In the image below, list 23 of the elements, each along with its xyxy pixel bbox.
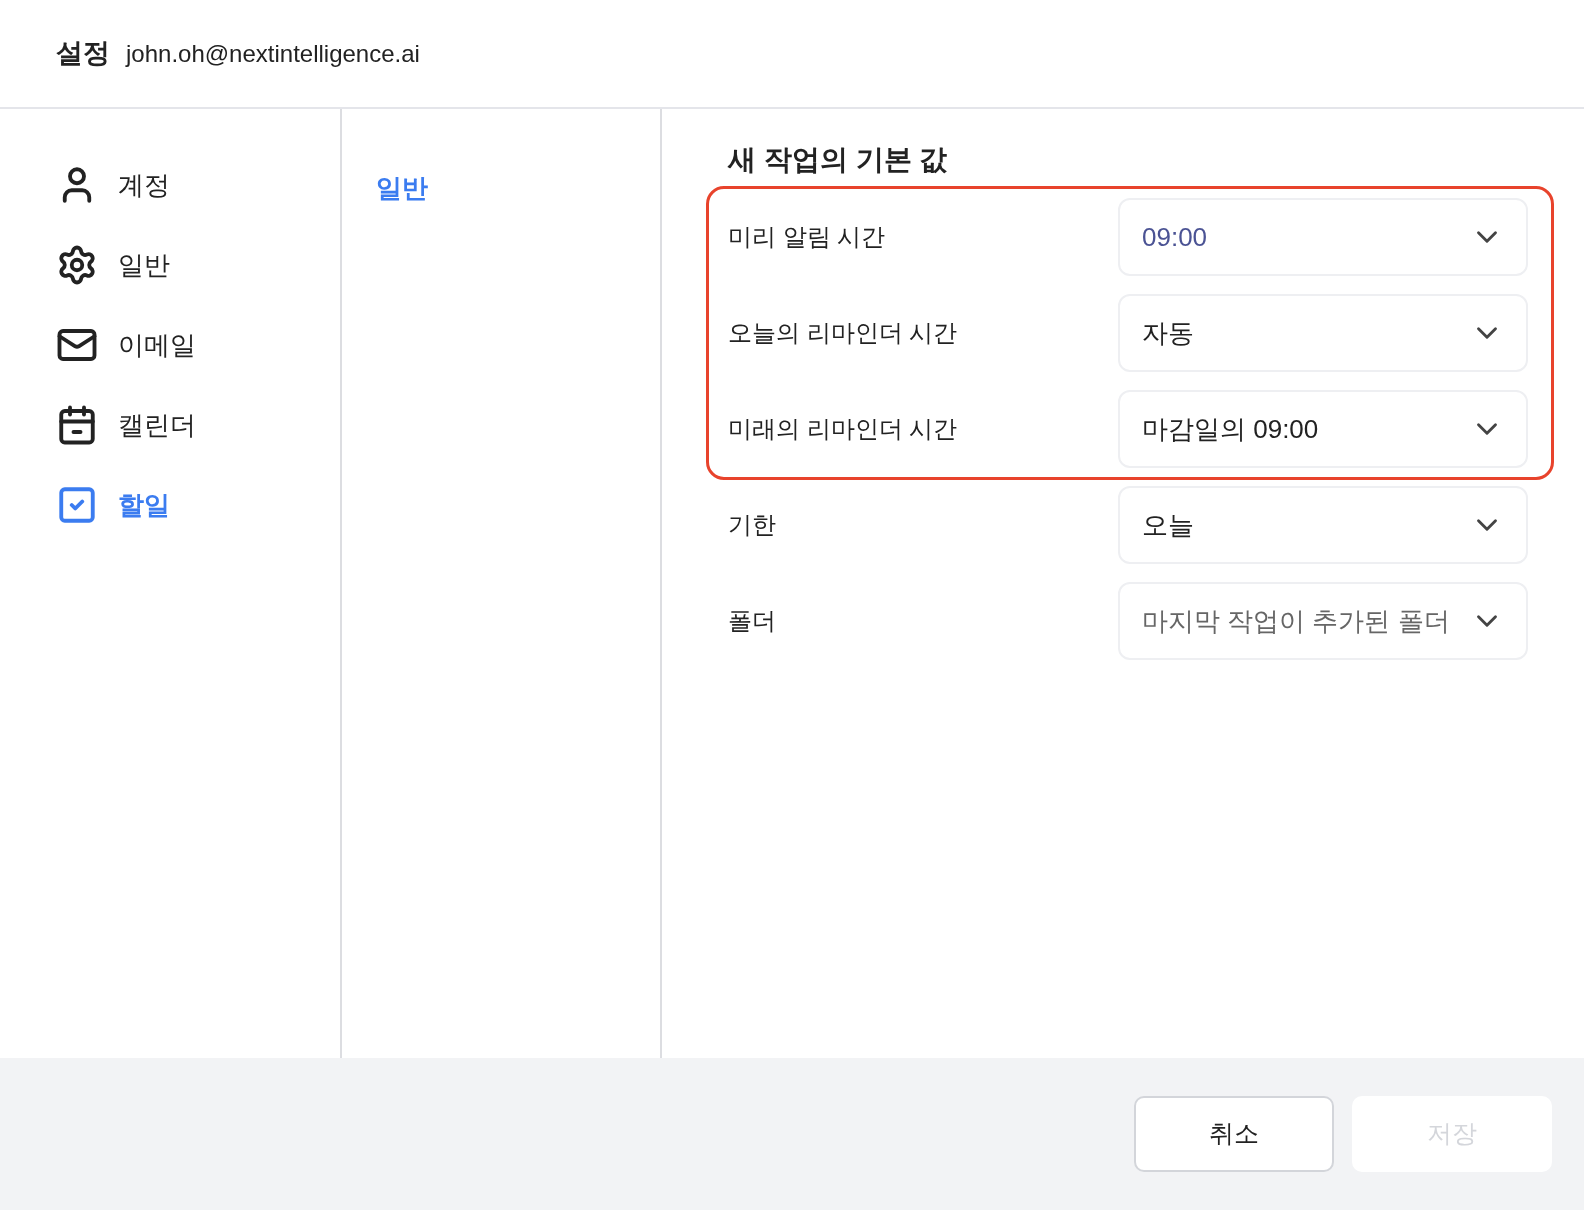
dropdown-select[interactable]: 마지막 작업이 추가된 폴더 — [1118, 582, 1528, 660]
account-email: john.oh@nextintelligence.ai — [126, 38, 420, 69]
cancel-button[interactable]: 취소 — [1134, 1096, 1334, 1172]
setting-label: 오늘의 리마인더 시간 — [728, 318, 959, 348]
sidebar-item[interactable]: 캘린더 — [56, 401, 340, 449]
section-heading: 새 작업의 기본 값 — [728, 143, 949, 177]
calendar-icon — [56, 404, 98, 446]
settings-title: 설정 — [56, 37, 110, 71]
sidebar-item[interactable]: 할일 — [56, 481, 340, 529]
dropdown-select[interactable]: 자동 — [1118, 294, 1528, 372]
sidebar-item[interactable]: 일반 — [56, 241, 340, 289]
setting-label: 미래의 리마인더 시간 — [728, 414, 959, 444]
setting-label: 미리 알림 시간 — [728, 222, 887, 252]
dropdown-select[interactable]: 09:00 — [1118, 198, 1528, 276]
subnav-tab[interactable]: 일반 — [376, 169, 428, 208]
checkbox-icon — [56, 484, 98, 526]
settings-icon — [56, 244, 98, 286]
setting-label: 폴더 — [728, 606, 777, 636]
setting-label: 기한 — [728, 510, 777, 540]
sidebar-item[interactable]: 계정 — [56, 161, 340, 209]
dropdown-select[interactable]: 마감일의 09:00 — [1118, 390, 1528, 468]
dropdown-select[interactable]: 오늘 — [1118, 486, 1528, 564]
sidebar-item[interactable]: 이메일 — [56, 321, 340, 369]
